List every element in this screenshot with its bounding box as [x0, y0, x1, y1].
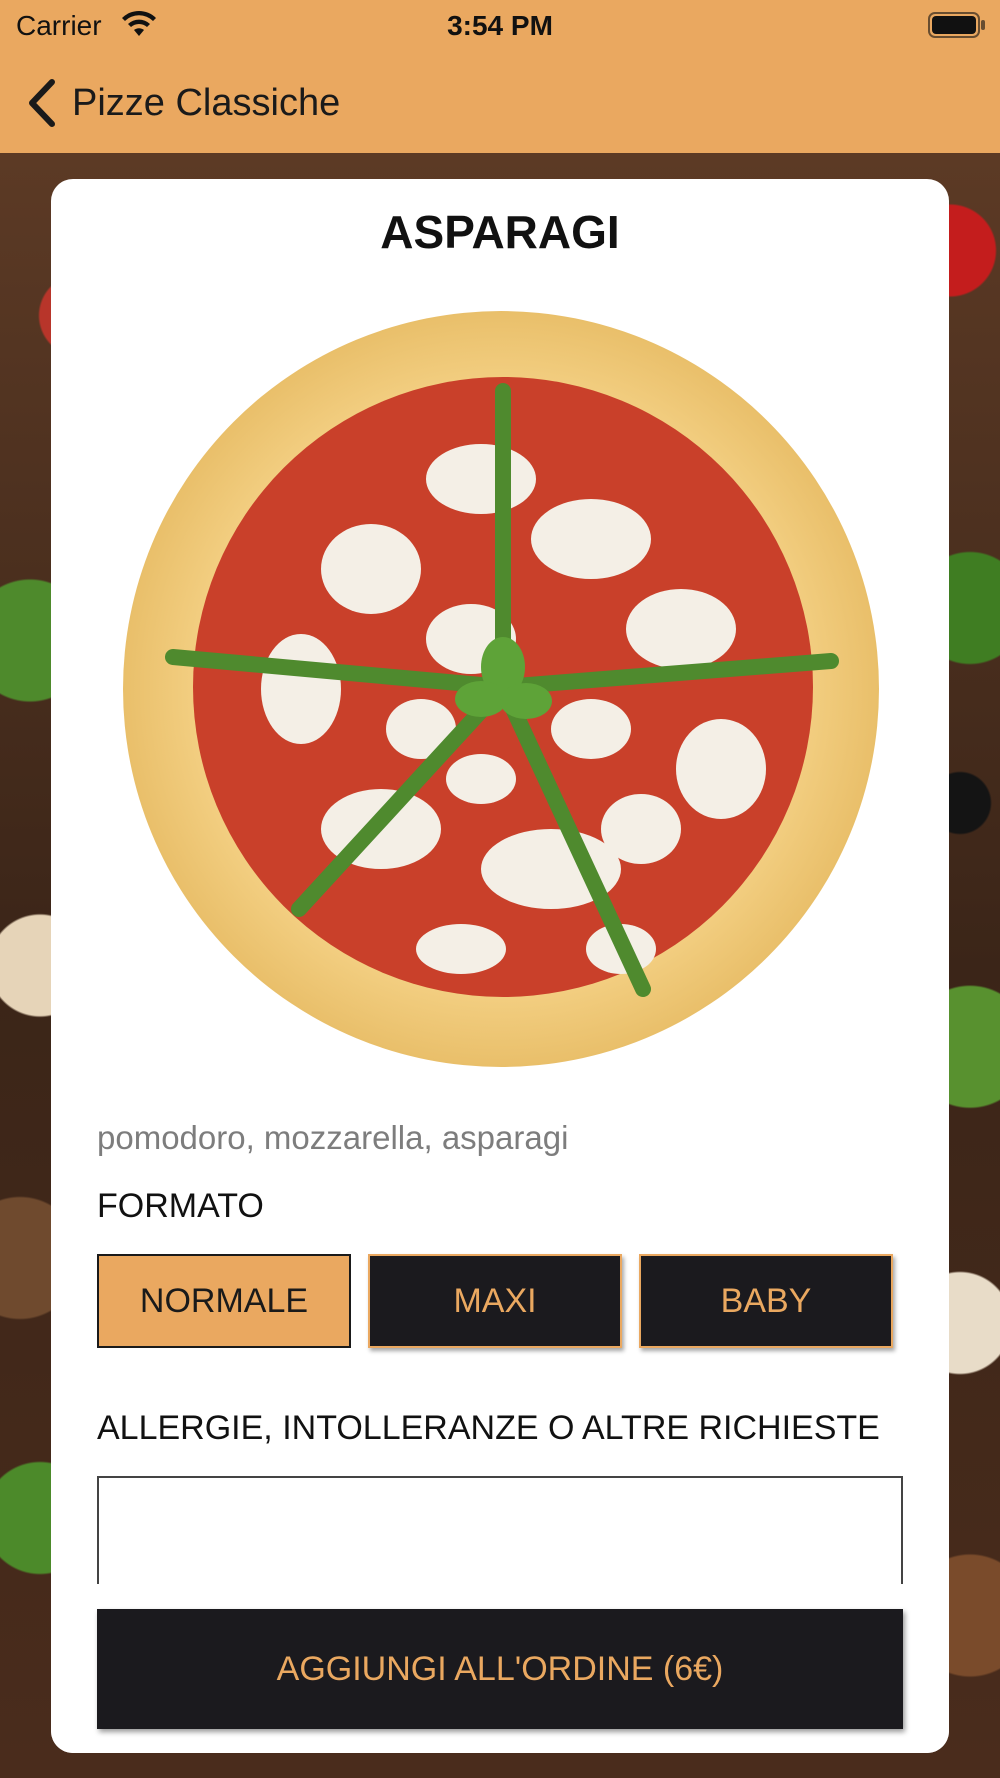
ingredients-text: pomodoro, mozzarella, asparagi	[97, 1119, 569, 1156]
navigation-bar: Pizze Classiche	[0, 52, 1000, 153]
nav-title: Pizze Classiche	[72, 81, 341, 124]
battery-icon	[928, 12, 985, 38]
chevron-left-icon	[29, 79, 55, 127]
allergy-label: ALLERGIE, INTOLLERANZE O ALTRE RICHIESTE	[97, 1409, 880, 1447]
notes-field[interactable]	[97, 1476, 903, 1596]
add-to-order-button[interactable]: AGGIUNGI ALL'ORDINE (6€)	[97, 1609, 903, 1729]
size-baby-button[interactable]: BABY	[639, 1254, 893, 1348]
size-normale-button[interactable]: NORMALE	[97, 1254, 351, 1348]
status-time: 3:54 PM	[447, 10, 553, 41]
size-maxi-button[interactable]: MAXI	[368, 1254, 622, 1348]
format-label: FORMATO	[97, 1187, 264, 1225]
product-card: ASPARAGI pomodoro, mozzarella, asparagi …	[51, 179, 949, 1753]
pizza-image	[123, 311, 879, 1067]
product-title: ASPARAGI	[380, 206, 620, 258]
back-button[interactable]: Pizze Classiche	[26, 70, 340, 136]
status-bar: Carrier 3:54 PM	[0, 0, 1000, 52]
